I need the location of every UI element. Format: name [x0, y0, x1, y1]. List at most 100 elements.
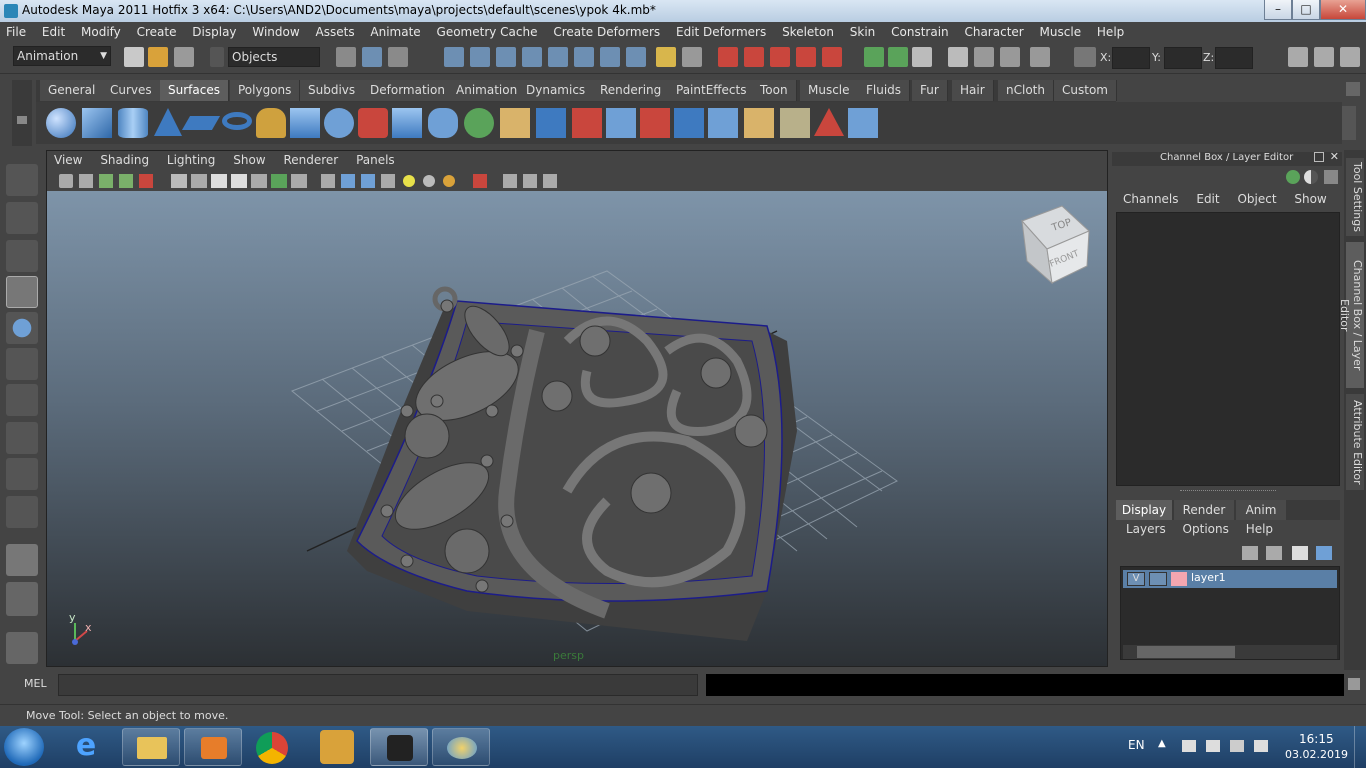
media-player-taskbar-button[interactable] [184, 728, 242, 766]
snap-view-plane-icon[interactable] [522, 47, 542, 67]
menu-skeleton[interactable]: Skeleton [776, 22, 840, 42]
menu-help[interactable]: Help [1091, 22, 1130, 42]
transform-mode-icon[interactable] [1074, 47, 1096, 67]
volume-icon[interactable] [1254, 740, 1268, 752]
surface-editing-icon[interactable] [848, 108, 878, 138]
pan-zoom-icon[interactable] [974, 47, 994, 67]
input-language-indicator[interactable]: EN [1128, 738, 1145, 752]
planar-icon[interactable] [324, 108, 354, 138]
layers-menu[interactable]: Layers [1126, 522, 1166, 536]
script-editor-icon[interactable] [1348, 678, 1360, 690]
menu-edit-deformers[interactable]: Edit Deformers [670, 22, 772, 42]
minimize-button[interactable]: – [1264, 0, 1292, 20]
viewport-menu-panels[interactable]: Panels [349, 151, 402, 170]
snap-curve-icon[interactable] [470, 47, 490, 67]
menu-animate[interactable]: Animate [364, 22, 426, 42]
dolly-icon[interactable] [1030, 47, 1050, 67]
outliner-layout-icon[interactable] [6, 632, 38, 664]
x-coordinate-field[interactable] [1112, 47, 1150, 69]
y-coordinate-field[interactable] [1164, 47, 1202, 69]
select-object-icon[interactable] [362, 47, 382, 67]
outliner-icon[interactable] [912, 47, 932, 67]
tab-general[interactable]: General [40, 80, 105, 101]
layer-display-type-toggle[interactable] [1149, 572, 1167, 586]
internet-explorer-icon[interactable]: e [64, 730, 108, 764]
shelf-menu-icon[interactable] [17, 116, 27, 124]
layer-color-swatch[interactable] [1171, 572, 1187, 586]
close-panel-icon[interactable]: ✕ [1330, 150, 1339, 163]
tab-attribute-editor[interactable]: Attribute Editor [1346, 394, 1364, 490]
clock-date[interactable]: 03.02.2019 [1285, 748, 1348, 761]
detach-surfaces-icon[interactable] [708, 108, 738, 138]
menuset-dropdown[interactable]: Animation ▼ [13, 46, 111, 66]
snap-grid-icon[interactable] [444, 47, 464, 67]
tab-toon[interactable]: Toon [752, 80, 797, 101]
render-settings-icon[interactable] [770, 47, 790, 67]
select-component-icon[interactable] [388, 47, 408, 67]
selection-mask-dropdown[interactable]: Objects [228, 47, 320, 67]
show-desktop-button[interactable] [1354, 726, 1366, 768]
layer-help-menu[interactable]: Help [1246, 522, 1273, 536]
layer-options-menu[interactable]: Options [1183, 522, 1229, 536]
pendant-model[interactable] [347, 286, 797, 641]
birail-icon[interactable] [392, 108, 422, 138]
layer-list[interactable]: V layer1 [1120, 566, 1340, 660]
render-view-icon[interactable] [822, 47, 842, 67]
tab-surfaces[interactable]: Surfaces [160, 80, 229, 101]
rebuild-surface-icon[interactable] [780, 108, 810, 138]
layer-row[interactable]: V layer1 [1123, 570, 1337, 588]
tab-muscle[interactable]: Muscle [800, 80, 859, 101]
make-live-icon[interactable] [548, 47, 568, 67]
layer-editor-toggle-icon[interactable] [1324, 170, 1338, 184]
clock-time[interactable]: 16:15 [1299, 732, 1334, 746]
tab-subdivs[interactable]: Subdivs [300, 80, 365, 101]
layer-list-scrollbar[interactable] [1123, 645, 1337, 659]
input-line-icon[interactable] [864, 47, 884, 67]
show-manipulator-tool-icon[interactable] [6, 458, 38, 490]
new-scene-icon[interactable] [124, 47, 144, 67]
tab-tool-settings[interactable]: Tool Settings [1346, 158, 1364, 236]
tab-fur[interactable]: Fur [912, 80, 948, 101]
menu-create-deformers[interactable]: Create Deformers [547, 22, 666, 42]
action-center-icon[interactable] [1182, 740, 1196, 752]
game-app-icon[interactable] [320, 730, 354, 764]
ipr-render-icon[interactable] [744, 47, 764, 67]
output-ops-icon[interactable] [600, 47, 620, 67]
signal-icon[interactable] [1230, 740, 1244, 752]
extrude-icon[interactable] [358, 108, 388, 138]
menu-create[interactable]: Create [131, 22, 183, 42]
channels-menu[interactable]: Channels [1123, 192, 1179, 206]
tab-ncloth[interactable]: nCloth [998, 80, 1054, 101]
insert-isoparms-icon[interactable] [744, 108, 774, 138]
perspective-view[interactable]: TOP FRONT y x persp [47, 191, 1107, 666]
shelf-handle[interactable] [12, 80, 32, 146]
view-cube[interactable]: TOP FRONT [1021, 205, 1090, 285]
tumble-icon[interactable] [1000, 47, 1020, 67]
untrim-icon[interactable] [640, 108, 670, 138]
maximize-button[interactable]: □ [1292, 0, 1320, 20]
boundary-icon[interactable] [428, 108, 458, 138]
shelf-scrollbar[interactable] [1342, 106, 1356, 140]
menu-display[interactable]: Display [186, 22, 242, 42]
nurbs-sphere-icon[interactable] [46, 108, 76, 138]
cb-object-menu[interactable]: Object [1237, 192, 1276, 206]
create-empty-layer-icon[interactable] [1292, 546, 1308, 560]
soft-modification-tool-icon[interactable] [6, 422, 38, 454]
move-layer-down-icon[interactable] [1266, 546, 1282, 560]
mel-input[interactable] [58, 674, 698, 696]
move-layer-up-icon[interactable] [1242, 546, 1258, 560]
tab-painteffects[interactable]: PaintEffects [668, 80, 756, 101]
tab-display-layers[interactable]: Display [1116, 500, 1172, 520]
trim-tool-icon[interactable] [606, 108, 636, 138]
paint-select-tool-icon[interactable] [6, 240, 38, 272]
last-used-tool-icon[interactable] [6, 496, 38, 528]
viewport-menu-lighting[interactable]: Lighting [160, 151, 223, 170]
viewport-menu-shading[interactable]: Shading [93, 151, 156, 170]
menu-window[interactable]: Window [246, 22, 305, 42]
tab-curves[interactable]: Curves [102, 80, 161, 101]
tab-rendering[interactable]: Rendering [592, 80, 671, 101]
show-hide-channel-box-icon[interactable] [1340, 47, 1360, 67]
viewport-menu-renderer[interactable]: Renderer [276, 151, 345, 170]
menu-modify[interactable]: Modify [75, 22, 127, 42]
tab-render-layers[interactable]: Render [1174, 500, 1234, 520]
